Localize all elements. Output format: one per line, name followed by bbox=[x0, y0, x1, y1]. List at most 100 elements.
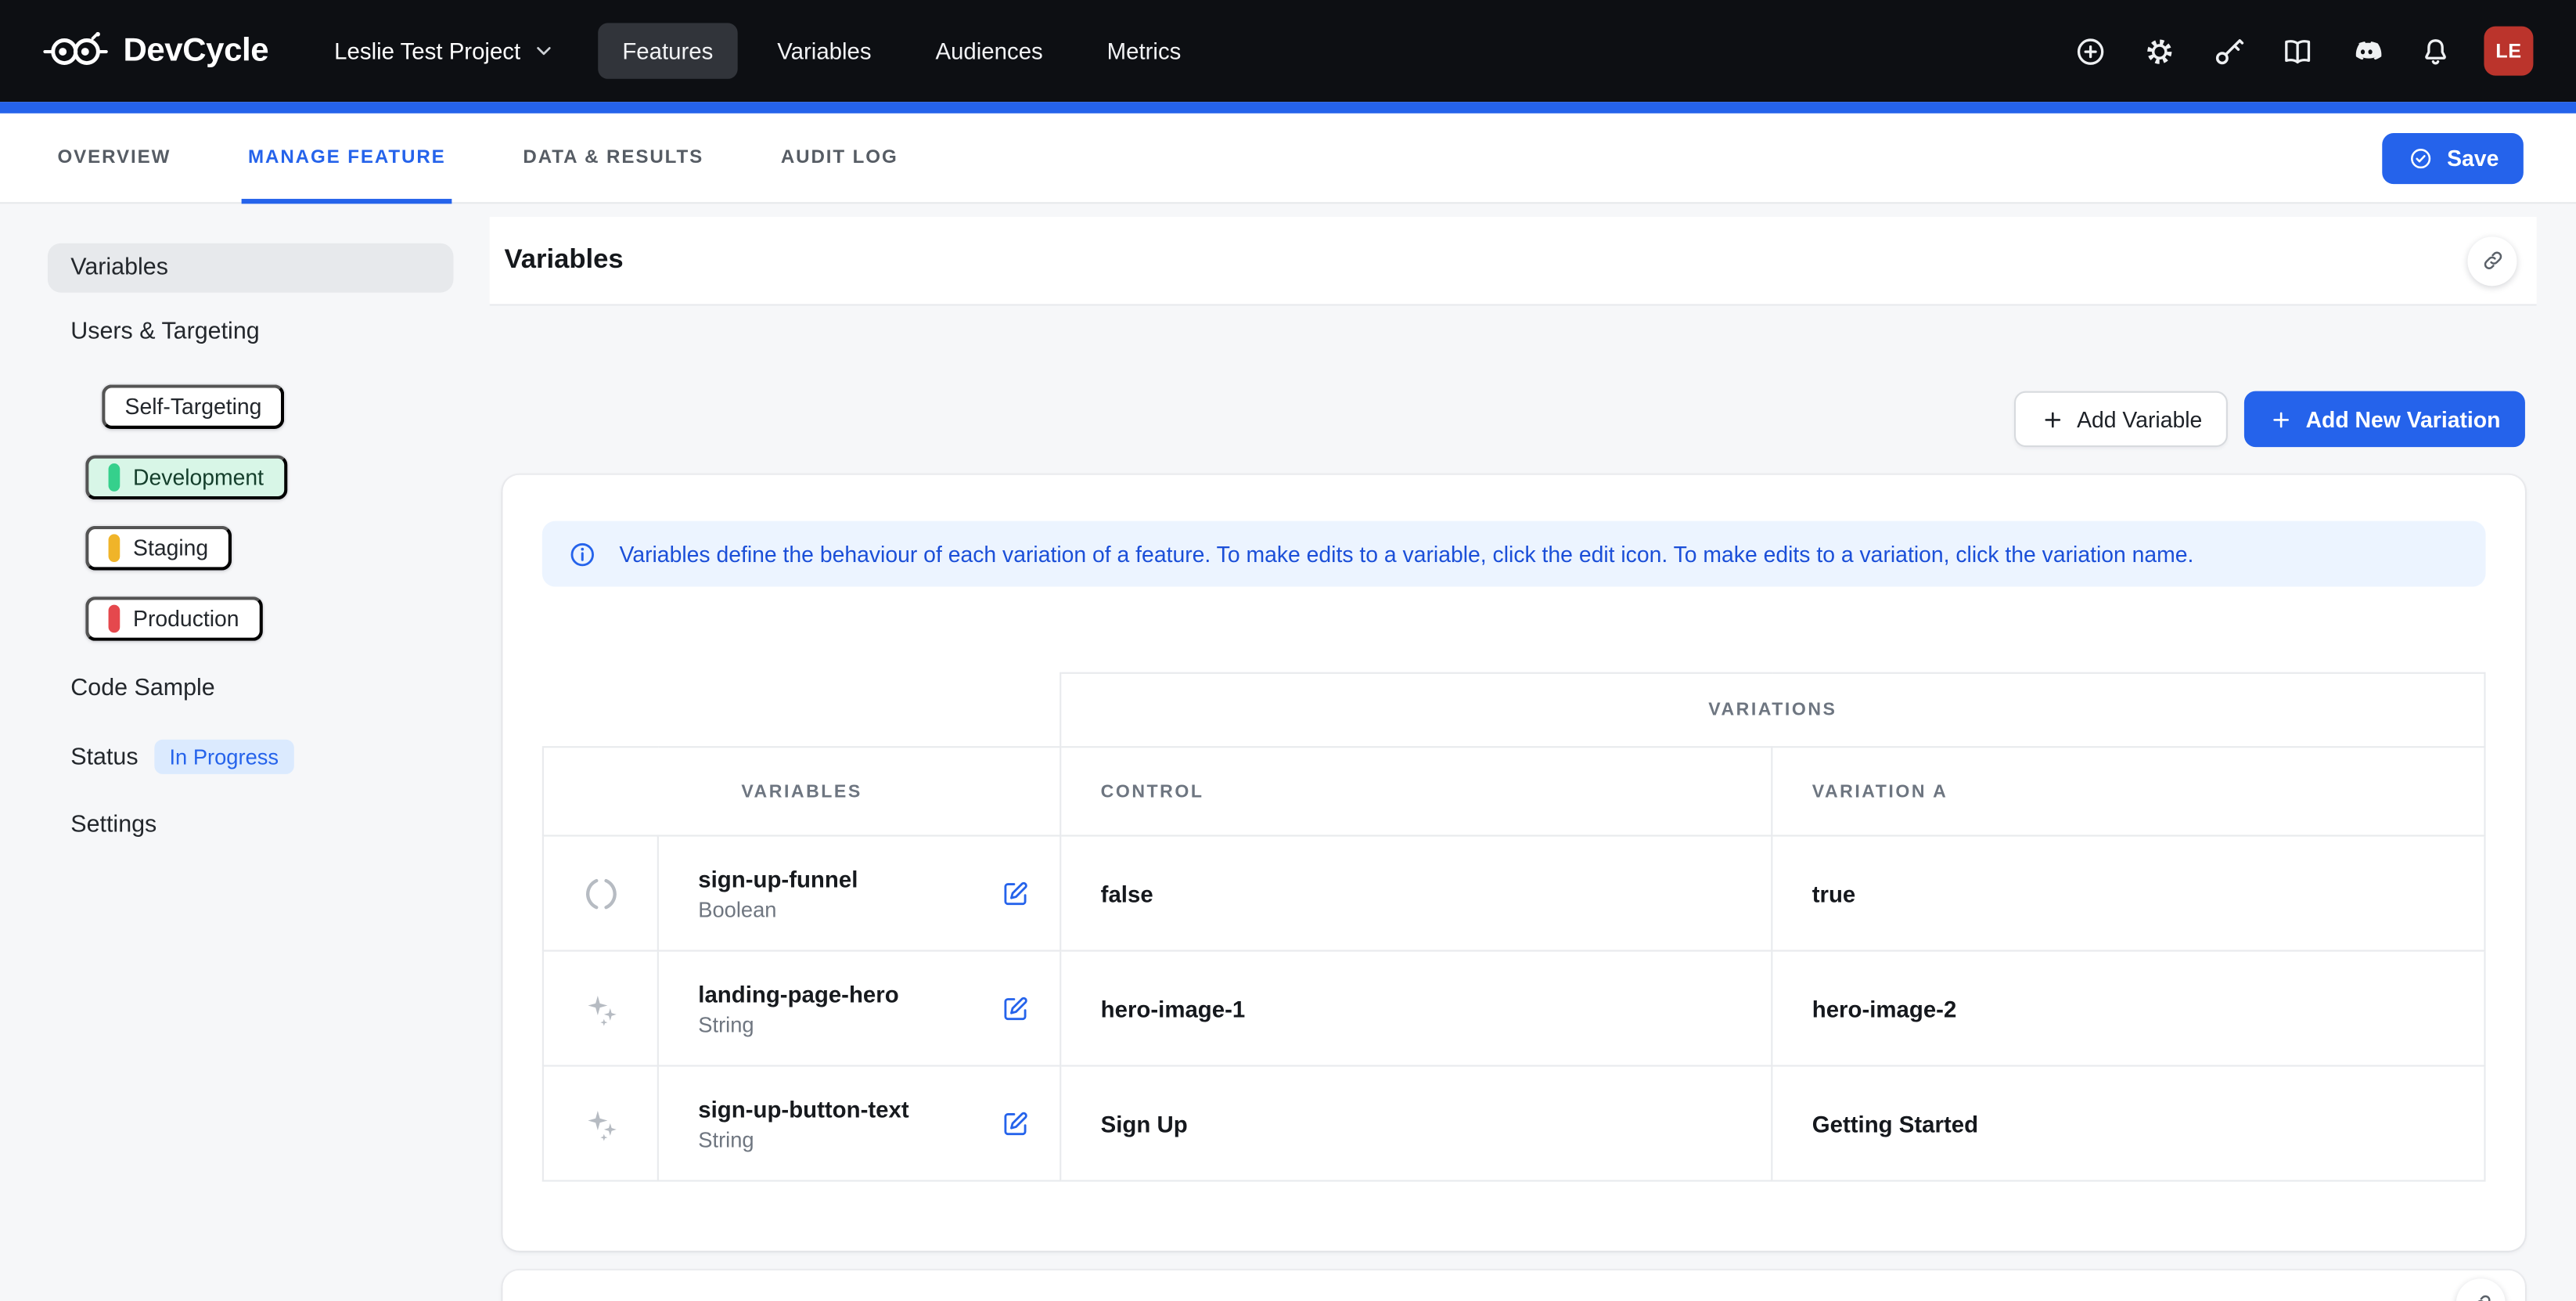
variable-name[interactable]: landing-page-hero bbox=[698, 980, 898, 1007]
add-new-variation-label: Add New Variation bbox=[2306, 407, 2501, 431]
control-value-cell[interactable]: false bbox=[1060, 836, 1772, 951]
env-label: Production bbox=[133, 607, 239, 631]
feature-tab-bar: OVERVIEW MANAGE FEATURE DATA & RESULTS A… bbox=[0, 114, 2576, 204]
info-icon bbox=[567, 539, 598, 570]
nav-item-metrics[interactable]: Metrics bbox=[1082, 23, 1206, 78]
env-color-bar-yellow bbox=[109, 534, 121, 562]
variable-type: Boolean bbox=[698, 896, 858, 921]
project-selector[interactable]: Leslie Test Project bbox=[325, 24, 565, 77]
tab-audit-log[interactable]: AUDIT LOG bbox=[778, 114, 901, 202]
save-button-label: Save bbox=[2447, 146, 2499, 171]
table-row: sign-up-funnel Boolean false true bbox=[543, 836, 2485, 951]
sidebar-item-development[interactable]: Development bbox=[85, 456, 286, 500]
link-icon bbox=[2480, 248, 2504, 272]
variable-name-cell: sign-up-button-text String bbox=[658, 1066, 1060, 1181]
nav-item-audiences[interactable]: Audiences bbox=[911, 23, 1067, 78]
notifications-button[interactable] bbox=[2409, 24, 2461, 77]
column-header-variables: VARIABLES bbox=[543, 747, 1060, 835]
docs-button[interactable] bbox=[2271, 24, 2323, 77]
env-color-bar-red bbox=[109, 605, 121, 633]
app-window: DevCycle Leslie Test Project Features Va… bbox=[0, 0, 2576, 1301]
gear-icon bbox=[2142, 34, 2176, 68]
settings-button[interactable] bbox=[2132, 24, 2185, 77]
main-panel: Variables Add Variable Add New Variation bbox=[490, 204, 2537, 1301]
plus-icon bbox=[2041, 407, 2065, 431]
variable-name-cell: landing-page-hero String bbox=[658, 951, 1060, 1066]
link-icon bbox=[2468, 1291, 2492, 1301]
book-icon bbox=[2279, 34, 2314, 68]
variable-type: String bbox=[698, 1011, 898, 1036]
variable-type-cell bbox=[543, 1066, 658, 1181]
variable-type-cell bbox=[543, 951, 658, 1066]
save-button[interactable]: Save bbox=[2383, 133, 2524, 184]
column-header-control: CONTROL bbox=[1060, 747, 1772, 835]
navbar-actions: LE bbox=[2063, 24, 2533, 77]
nav-item-features[interactable]: Features bbox=[598, 23, 738, 78]
sidebar-item-users-targeting[interactable]: Users & Targeting bbox=[48, 308, 454, 357]
discord-button[interactable] bbox=[2340, 24, 2392, 77]
sidebar-item-production[interactable]: Production bbox=[85, 596, 262, 641]
string-sparkles-icon bbox=[579, 987, 622, 1030]
edit-pencil-icon bbox=[1001, 993, 1031, 1023]
table-row: sign-up-button-text String Sign Up Getti… bbox=[543, 1066, 2485, 1181]
edit-pencil-icon bbox=[1001, 1108, 1031, 1138]
tab-overview[interactable]: OVERVIEW bbox=[54, 114, 174, 202]
brand-name: DevCycle bbox=[123, 32, 268, 70]
project-selector-label: Leslie Test Project bbox=[334, 38, 520, 64]
env-color-bar-green bbox=[109, 463, 121, 492]
edit-variable-button[interactable] bbox=[994, 987, 1037, 1030]
variations-header: VARIATIONS bbox=[1060, 673, 2484, 747]
variable-type: String bbox=[698, 1126, 908, 1151]
edit-variable-button[interactable] bbox=[994, 872, 1037, 915]
sidebar-item-status[interactable]: Status In Progress bbox=[48, 728, 454, 785]
copy-section-link-button[interactable] bbox=[2467, 236, 2517, 285]
add-circle-icon bbox=[2073, 34, 2107, 68]
variables-card: Variables define the behaviour of each v… bbox=[502, 475, 2524, 1251]
variable-name-cell: sign-up-funnel Boolean bbox=[658, 836, 1060, 951]
sidebar-item-staging[interactable]: Staging bbox=[85, 526, 231, 571]
user-avatar[interactable]: LE bbox=[2484, 27, 2533, 76]
env-label: Self-Targeting bbox=[125, 395, 262, 419]
brand[interactable]: DevCycle bbox=[43, 31, 269, 70]
column-header-variation-a: VARIATION A bbox=[1772, 747, 2484, 835]
info-alert-text: Variables define the behaviour of each v… bbox=[620, 542, 2194, 566]
variable-type-cell bbox=[543, 836, 658, 951]
variation-a-value-cell[interactable]: true bbox=[1772, 836, 2484, 951]
table-header-spacer bbox=[543, 673, 1060, 747]
info-alert: Variables define the behaviour of each v… bbox=[542, 521, 2486, 587]
page-title: Variables bbox=[505, 245, 624, 276]
environment-list: Self-Targeting Development Staging Produ… bbox=[48, 371, 454, 654]
api-keys-button[interactable] bbox=[2201, 24, 2254, 77]
table-row: landing-page-hero String hero-image-1 he… bbox=[543, 951, 2485, 1066]
sidebar-item-code-sample[interactable]: Code Sample bbox=[48, 664, 454, 713]
variable-name[interactable]: sign-up-funnel bbox=[698, 865, 858, 892]
primary-nav: Features Variables Audiences Metrics bbox=[598, 23, 1206, 78]
feature-sidebar: Variables Users & Targeting Self-Targeti… bbox=[0, 204, 490, 1301]
discord-icon bbox=[2348, 34, 2383, 68]
sidebar-item-variables[interactable]: Variables bbox=[48, 243, 454, 293]
control-value-cell[interactable]: Sign Up bbox=[1060, 1066, 1772, 1181]
create-button[interactable] bbox=[2063, 24, 2116, 77]
variation-a-value-cell[interactable]: hero-image-2 bbox=[1772, 951, 2484, 1066]
table-actions: Add Variable Add New Variation bbox=[490, 391, 2537, 447]
tab-data-results[interactable]: DATA & RESULTS bbox=[520, 114, 707, 202]
variable-name[interactable]: sign-up-button-text bbox=[698, 1095, 908, 1122]
copy-section-link-button[interactable] bbox=[2456, 1278, 2506, 1301]
add-variable-label: Add Variable bbox=[2077, 407, 2202, 431]
add-new-variation-button[interactable]: Add New Variation bbox=[2245, 391, 2525, 447]
edit-pencil-icon bbox=[1001, 878, 1031, 908]
top-navbar: DevCycle Leslie Test Project Features Va… bbox=[0, 0, 2576, 102]
control-value-cell[interactable]: hero-image-1 bbox=[1060, 951, 1772, 1066]
boolean-type-icon bbox=[579, 872, 622, 915]
next-section-peek bbox=[502, 1270, 2524, 1301]
sidebar-item-self-targeting[interactable]: Self-Targeting bbox=[102, 384, 285, 429]
sidebar-item-settings[interactable]: Settings bbox=[48, 800, 454, 849]
string-sparkles-icon bbox=[579, 1102, 622, 1145]
nav-item-variables[interactable]: Variables bbox=[753, 23, 896, 78]
bell-icon bbox=[2417, 34, 2452, 68]
tab-manage-feature[interactable]: MANAGE FEATURE bbox=[245, 114, 449, 202]
add-variable-button[interactable]: Add Variable bbox=[2014, 391, 2229, 447]
variation-a-value-cell[interactable]: Getting Started bbox=[1772, 1066, 2484, 1181]
edit-variable-button[interactable] bbox=[994, 1102, 1037, 1145]
plus-icon bbox=[2269, 407, 2294, 431]
